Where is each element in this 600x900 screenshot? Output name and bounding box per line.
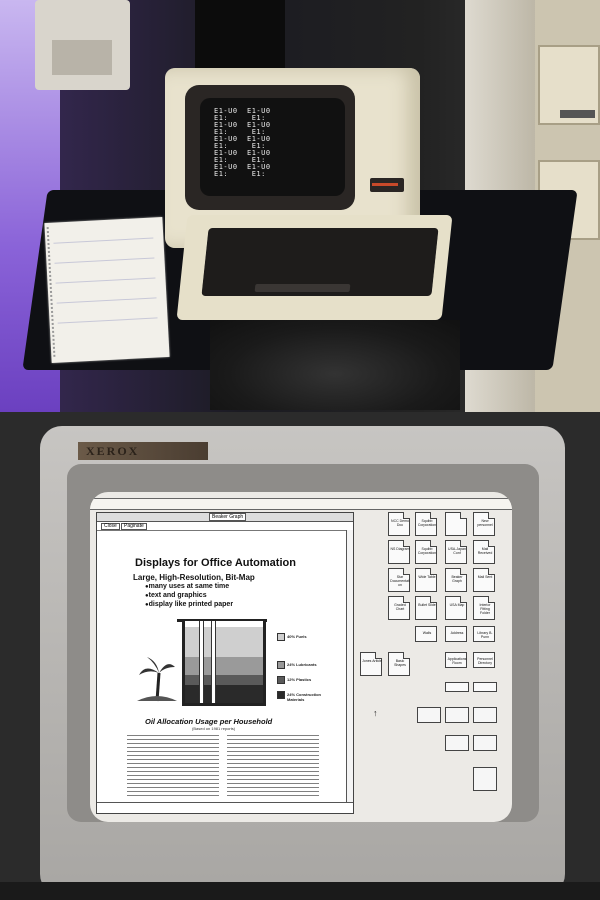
beaker-band-lubricants (185, 657, 263, 675)
document-icon[interactable]: Squibb Corporation (415, 512, 437, 536)
beaker-band-construction (185, 685, 263, 703)
bullet-item: display like printed paper (145, 601, 233, 608)
document-icon[interactable]: Bullet Slide (415, 596, 437, 620)
document-icon[interactable] (445, 512, 467, 536)
window-title: Beaker Graph (209, 513, 247, 521)
document-icon[interactable]: Wide Table (415, 568, 437, 592)
bullet-item: text and graphics (145, 592, 207, 599)
legend-label: 24% Lubricants (287, 662, 317, 667)
folder-icon[interactable]: Walls (415, 626, 437, 642)
file-drawer-icon[interactable] (445, 735, 469, 751)
paper-line (54, 257, 155, 264)
paginate-button[interactable]: Paginate (121, 523, 147, 530)
terminal-screen: E1-U0 E1-U0 E1: E1: E1-U0 E1-U0 E1: E1: … (200, 98, 345, 196)
vertical-scrollbar[interactable] (346, 530, 353, 802)
document-heading: Displays for Office Automation (135, 557, 296, 569)
terminal-badge-stripe (372, 183, 398, 186)
beaker-band-fuels (185, 627, 263, 657)
document-icon[interactable]: NCC Demo Doc (388, 512, 410, 536)
document-icon[interactable]: Squibb Corporation (415, 540, 437, 564)
calculator-icon[interactable] (473, 767, 497, 791)
bullet-item: many uses at same time (145, 583, 230, 590)
file-drawer-icon[interactable] (473, 735, 497, 751)
brand-logo: XEROX (86, 444, 140, 458)
paper-line (53, 237, 154, 244)
document-icon[interactable]: New personnel (473, 512, 495, 536)
folder-icon[interactable]: Personnel Directory (473, 652, 495, 668)
legend-label: 40% Fuels (287, 634, 307, 639)
document-icon[interactable]: Jones Article (360, 652, 382, 676)
keyboard-spacebar (254, 284, 351, 292)
folder-icon[interactable]: Applications Room (445, 652, 467, 668)
window-command-bar: Close Paginate (97, 522, 353, 531)
document-icon[interactable]: Star Documentation (388, 568, 410, 592)
legend-swatch (277, 691, 285, 699)
background-dark-equipment (195, 0, 285, 70)
xerox-star-photo: XEROX Beaker Graph Close Paginate Displa… (0, 412, 600, 900)
chart-caption-note: (Based on 1981 reports) (192, 726, 236, 731)
document-icon[interactable]: USA Map (445, 596, 467, 620)
body-text-column (227, 735, 319, 797)
in-tray-icon[interactable] (445, 682, 469, 692)
legend-swatch (277, 676, 285, 684)
horizontal-scrollbar[interactable] (97, 802, 353, 813)
paper-line (55, 277, 156, 284)
beaker-chart (182, 621, 266, 706)
desktop-top-bar (90, 498, 512, 510)
document-icon[interactable]: NS Diagram (388, 540, 410, 564)
terminal-photo: E1-U0 E1-U0 E1: E1: E1-U0 E1-U0 E1: E1: … (0, 0, 600, 412)
printer-icon[interactable] (473, 707, 497, 723)
document-icon[interactable]: Graded Chart (388, 596, 410, 620)
folder-icon[interactable]: Library B-Punn (473, 626, 495, 642)
document-icon[interactable]: USA-Japan Conf (445, 540, 467, 564)
printout-paper (44, 217, 170, 363)
document-subheading: Large, High-Resolution, Bit-Map (133, 573, 255, 582)
mouse-cursor-icon: ↑ (373, 708, 378, 718)
window-title-bar[interactable]: Beaker Graph (97, 513, 353, 522)
document-icon[interactable]: Basic Shapes (388, 652, 410, 676)
document-icon[interactable]: Mail Received (473, 540, 495, 564)
background-computer-screen (52, 40, 112, 75)
printer-icon[interactable] (445, 707, 469, 723)
out-tray-icon[interactable] (473, 682, 497, 692)
legend-swatch (277, 633, 285, 641)
legend-label: 12% Plastics (287, 677, 312, 682)
legend-swatch (277, 661, 285, 669)
document-icon[interactable]: Mail Sent (473, 568, 495, 592)
test-tube (199, 621, 204, 703)
terminal-screen-text: E1-U0 E1-U0 E1: E1: E1-U0 E1-U0 E1: E1: … (214, 107, 271, 178)
beaker-band-plastics (185, 675, 263, 685)
paper-line (56, 297, 157, 304)
paper-line (57, 317, 158, 324)
document-window: Beaker Graph Close Paginate Displays for… (96, 512, 354, 814)
floor-cables (210, 320, 460, 410)
document-icon[interactable]: Beaker Graph (445, 568, 467, 592)
body-text-column (127, 735, 219, 797)
document-icon[interactable]: Interior Fitting Folder (473, 596, 495, 620)
close-button[interactable]: Close (101, 523, 120, 530)
palm-tree-graphic (137, 657, 177, 702)
chart-caption: Oil Allocation Usage per Household (145, 717, 273, 726)
printer-icon[interactable] (417, 707, 441, 723)
cabinet-label (560, 110, 595, 118)
desk-surface (0, 882, 600, 900)
folder-icon[interactable]: Address (445, 626, 467, 642)
crt-display: Beaker Graph Close Paginate Displays for… (90, 492, 512, 822)
test-tube (211, 621, 216, 703)
legend-label: 24% Construction Materials (287, 692, 322, 702)
